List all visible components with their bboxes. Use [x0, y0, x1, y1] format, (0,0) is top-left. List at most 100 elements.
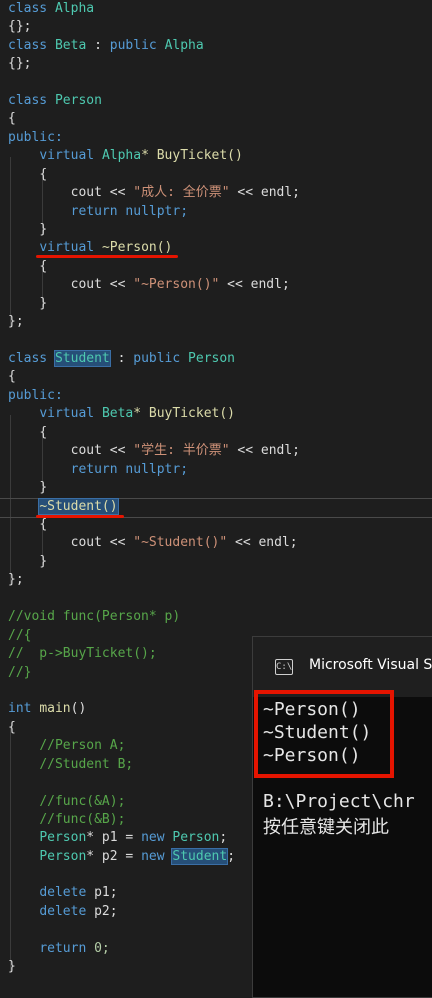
code-text: { [8, 111, 16, 126]
code-line[interactable]: { [8, 258, 47, 276]
code-line[interactable]: Person* p1 = new Person; [8, 829, 227, 847]
code-line[interactable]: } [8, 553, 47, 571]
keyword: delete [39, 885, 87, 900]
console-title-bar[interactable]: C:\ Microsoft Visual S [253, 637, 432, 697]
code-line[interactable]: { [8, 368, 16, 386]
code-line[interactable]: { [8, 516, 47, 534]
code-line[interactable]: cout << "~Person()" << endl; [8, 276, 290, 294]
code-line[interactable]: public: [8, 129, 63, 147]
code-text: cout << [70, 185, 134, 200]
code-line[interactable]: Person* p2 = new Student; [8, 848, 235, 866]
code-line[interactable]: //{ [8, 627, 31, 645]
comment: //Person A; [39, 738, 126, 753]
code-line[interactable]: //Student B; [8, 756, 133, 774]
code-line[interactable]: cout << "~Student()" << endl; [8, 534, 298, 552]
code-text: : [109, 351, 134, 366]
code-line[interactable]: delete p1; [8, 884, 117, 902]
code-line[interactable]: class Alpha [8, 0, 94, 18]
code-line[interactable]: {}; [8, 18, 31, 36]
comment: // p->BuyTicket(); [8, 646, 157, 661]
code-line[interactable]: ~Student() [8, 498, 119, 516]
keyword: new [141, 849, 165, 864]
function-name: main [39, 701, 71, 716]
keyword: nullptr; [125, 462, 189, 477]
console-path-line: B:\Project\chr [263, 791, 415, 812]
code-line[interactable]: cout << "学生: 半价票" << endl; [8, 442, 300, 460]
destructor-name-highlighted: ~Student() [38, 498, 119, 515]
code-line[interactable]: }; [8, 313, 24, 331]
code-line[interactable]: { [8, 166, 47, 184]
code-text: { [39, 517, 48, 532]
code-line[interactable]: } [8, 295, 47, 313]
class-name: Person [54, 93, 102, 108]
code-line[interactable]: // p->BuyTicket(); [8, 645, 157, 663]
keyword: int [8, 701, 32, 716]
class-name: Beta [101, 406, 134, 421]
code-line[interactable]: int main() [8, 700, 86, 718]
code-line[interactable]: virtual Beta* BuyTicket() [8, 405, 235, 423]
code-line[interactable]: { [8, 110, 16, 128]
code-line[interactable]: class Student : public Person [8, 350, 235, 368]
code-text: } [39, 554, 48, 569]
keyword: class [8, 93, 48, 108]
function-name: * BuyTicket() [141, 148, 243, 163]
code-line[interactable]: { [8, 719, 16, 737]
code-line[interactable]: { [8, 424, 47, 442]
terminal-icon: C:\ [275, 659, 293, 675]
code-line[interactable]: cout << "成人: 全价票" << endl; [8, 184, 300, 202]
output-highlight-box [254, 690, 394, 778]
code-line[interactable]: public: [8, 387, 63, 405]
code-text: * p2 = [86, 849, 142, 864]
code-line[interactable]: class Beta : public Alpha [8, 37, 204, 55]
keyword: public [133, 351, 181, 366]
comment: //Student B; [39, 757, 134, 772]
code-line[interactable]: //func(&B); [8, 811, 125, 829]
code-text: : [86, 38, 110, 53]
code-text: cout << [70, 443, 134, 458]
code-line[interactable]: }; [8, 571, 24, 589]
class-name: Person [172, 830, 220, 845]
class-name: Alpha [101, 148, 142, 163]
red-underline [36, 255, 178, 258]
code-text: }; [8, 572, 24, 587]
code-line[interactable]: } [8, 479, 47, 497]
code-line[interactable]: delete p2; [8, 903, 117, 921]
comment: //func(&A); [39, 794, 126, 809]
code-line[interactable]: return nullptr; [8, 203, 188, 221]
code-text: { [39, 259, 48, 274]
code-line[interactable]: //Person A; [8, 737, 125, 755]
code-line[interactable]: return 0; [8, 940, 109, 958]
comment: //{ [8, 628, 32, 643]
code-line[interactable]: {}; [8, 55, 31, 73]
code-line[interactable]: //func(&A); [8, 793, 125, 811]
keyword: class [8, 1, 48, 16]
code-line[interactable]: return nullptr; [8, 461, 188, 479]
code-text: << endl; [227, 535, 298, 550]
keyword: delete [39, 904, 87, 919]
code-text: { [8, 369, 16, 384]
code-text: { [39, 425, 48, 440]
code-text: cout << [70, 277, 134, 292]
keyword: virtual [39, 148, 95, 163]
destructor-name: ~Person() [101, 240, 173, 255]
code-line[interactable]: } [8, 958, 16, 976]
code-text: } [8, 959, 16, 974]
class-name: Person [188, 351, 236, 366]
code-text: } [39, 222, 48, 237]
keyword: return [39, 941, 87, 956]
code-line[interactable]: virtual Alpha* BuyTicket() [8, 147, 243, 165]
code-text: } [39, 296, 48, 311]
class-name-highlighted: Student [171, 848, 229, 865]
code-text: << endl; [229, 443, 301, 458]
code-line[interactable]: } [8, 221, 47, 239]
code-line[interactable]: //} [8, 664, 31, 682]
code-line[interactable]: class Person [8, 92, 102, 110]
function-name: * BuyTicket() [133, 406, 235, 421]
code-line[interactable]: //void func(Person* p) [8, 608, 180, 626]
class-name: Beta [54, 38, 87, 53]
code-text: {}; [8, 56, 32, 71]
keyword: class [8, 38, 48, 53]
code-text: { [39, 167, 48, 182]
class-name: Person [39, 830, 87, 845]
console-title: Microsoft Visual S [309, 657, 432, 673]
